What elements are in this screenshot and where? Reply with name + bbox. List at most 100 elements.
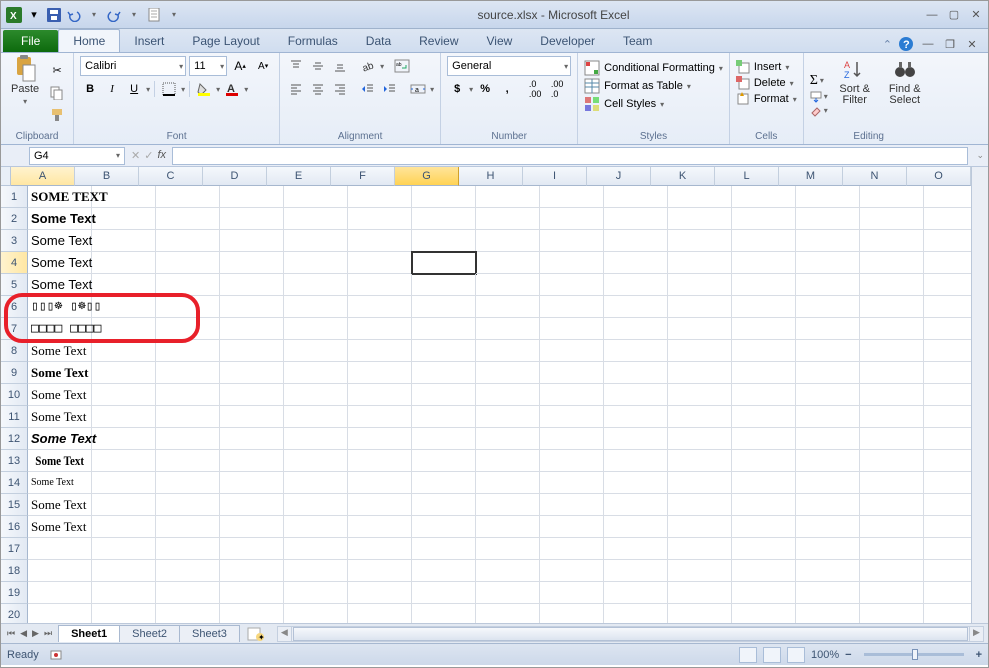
cell-A10[interactable]: Some Text: [28, 384, 92, 406]
cell-A2[interactable]: Some Text: [28, 208, 92, 230]
align-center-icon[interactable]: [308, 79, 328, 99]
cell-N9[interactable]: [860, 362, 924, 384]
cell-E18[interactable]: [284, 560, 348, 582]
cell-B18[interactable]: [92, 560, 156, 582]
cell-C16[interactable]: [156, 516, 220, 538]
cell-H6[interactable]: [476, 296, 540, 318]
currency-icon[interactable]: $: [447, 79, 467, 99]
cell-E14[interactable]: [284, 472, 348, 494]
cell-B8[interactable]: [92, 340, 156, 362]
cell-C13[interactable]: [156, 450, 220, 472]
row-header-6[interactable]: 6: [1, 296, 28, 318]
row-header-3[interactable]: 3: [1, 230, 28, 252]
fx-icon[interactable]: fx: [157, 149, 166, 162]
row-header-10[interactable]: 10: [1, 384, 28, 406]
cell-K12[interactable]: [668, 428, 732, 450]
cell-I20[interactable]: [540, 604, 604, 623]
redo-icon[interactable]: [105, 6, 123, 24]
cell-D14[interactable]: [220, 472, 284, 494]
cell-G7[interactable]: [412, 318, 476, 340]
cell-J20[interactable]: [604, 604, 668, 623]
cell-C10[interactable]: [156, 384, 220, 406]
new-sheet-icon[interactable]: ✦: [239, 627, 273, 641]
clear-button[interactable]: ▾: [810, 105, 828, 117]
column-header-K[interactable]: K: [651, 167, 715, 186]
tab-view[interactable]: View: [473, 30, 527, 52]
cell-N8[interactable]: [860, 340, 924, 362]
decrease-indent-icon[interactable]: [358, 79, 378, 99]
cell-F19[interactable]: [348, 582, 412, 604]
cell-M6[interactable]: [796, 296, 860, 318]
row-header-13[interactable]: 13: [1, 450, 28, 472]
fill-button[interactable]: ▾: [810, 91, 828, 103]
cell-L10[interactable]: [732, 384, 796, 406]
cell-M15[interactable]: [796, 494, 860, 516]
grow-font-icon[interactable]: A▴: [230, 56, 250, 76]
align-left-icon[interactable]: [286, 79, 306, 99]
cell-C19[interactable]: [156, 582, 220, 604]
align-bottom-icon[interactable]: [330, 56, 350, 76]
cell-K18[interactable]: [668, 560, 732, 582]
column-header-M[interactable]: M: [779, 167, 843, 186]
row-header-15[interactable]: 15: [1, 494, 28, 516]
cell-L13[interactable]: [732, 450, 796, 472]
cell-H5[interactable]: [476, 274, 540, 296]
cell-B7[interactable]: [92, 318, 156, 340]
cell-O9[interactable]: [924, 362, 971, 384]
format-cells-button[interactable]: Format▾: [736, 92, 797, 106]
cell-F16[interactable]: [348, 516, 412, 538]
cell-E5[interactable]: [284, 274, 348, 296]
bold-icon[interactable]: B: [80, 79, 100, 99]
row-header-12[interactable]: 12: [1, 428, 28, 450]
close-button[interactable]: ✕: [968, 8, 984, 22]
cell-M2[interactable]: [796, 208, 860, 230]
cell-I4[interactable]: [540, 252, 604, 274]
cell-C6[interactable]: [156, 296, 220, 318]
cell-A20[interactable]: [28, 604, 92, 623]
cell-B10[interactable]: [92, 384, 156, 406]
vertical-scrollbar[interactable]: [971, 167, 988, 623]
cell-G20[interactable]: [412, 604, 476, 623]
column-header-O[interactable]: O: [907, 167, 971, 186]
sort-filter-button[interactable]: AZ Sort & Filter: [832, 56, 878, 129]
cell-D9[interactable]: [220, 362, 284, 384]
cell-G11[interactable]: [412, 406, 476, 428]
delete-cells-button[interactable]: Delete▾: [736, 76, 797, 90]
cell-A8[interactable]: Some Text: [28, 340, 92, 362]
ribbon-minimize-icon[interactable]: ⌃: [883, 38, 892, 51]
cell-F6[interactable]: [348, 296, 412, 318]
zoom-in-icon[interactable]: +: [976, 649, 982, 661]
cell-K9[interactable]: [668, 362, 732, 384]
cell-J18[interactable]: [604, 560, 668, 582]
cell-L17[interactable]: [732, 538, 796, 560]
cell-C2[interactable]: [156, 208, 220, 230]
cell-H7[interactable]: [476, 318, 540, 340]
cell-B17[interactable]: [92, 538, 156, 560]
cell-F17[interactable]: [348, 538, 412, 560]
cell-A13[interactable]: Some Text: [28, 450, 92, 472]
cell-O7[interactable]: [924, 318, 971, 340]
row-header-14[interactable]: 14: [1, 472, 28, 494]
cell-H14[interactable]: [476, 472, 540, 494]
cell-M19[interactable]: [796, 582, 860, 604]
cell-K2[interactable]: [668, 208, 732, 230]
cell-G6[interactable]: [412, 296, 476, 318]
row-header-4[interactable]: 4: [1, 252, 28, 274]
cell-B11[interactable]: [92, 406, 156, 428]
cell-D8[interactable]: [220, 340, 284, 362]
cell-J6[interactable]: [604, 296, 668, 318]
cell-E13[interactable]: [284, 450, 348, 472]
cell-D15[interactable]: [220, 494, 284, 516]
tab-review[interactable]: Review: [405, 30, 472, 52]
cell-C17[interactable]: [156, 538, 220, 560]
cell-I6[interactable]: [540, 296, 604, 318]
cell-D13[interactable]: [220, 450, 284, 472]
cell-C7[interactable]: [156, 318, 220, 340]
cell-N14[interactable]: [860, 472, 924, 494]
cell-I17[interactable]: [540, 538, 604, 560]
cut-icon[interactable]: ✂: [47, 61, 67, 81]
row-header-8[interactable]: 8: [1, 340, 28, 362]
cell-F14[interactable]: [348, 472, 412, 494]
cell-G19[interactable]: [412, 582, 476, 604]
cell-B20[interactable]: [92, 604, 156, 623]
